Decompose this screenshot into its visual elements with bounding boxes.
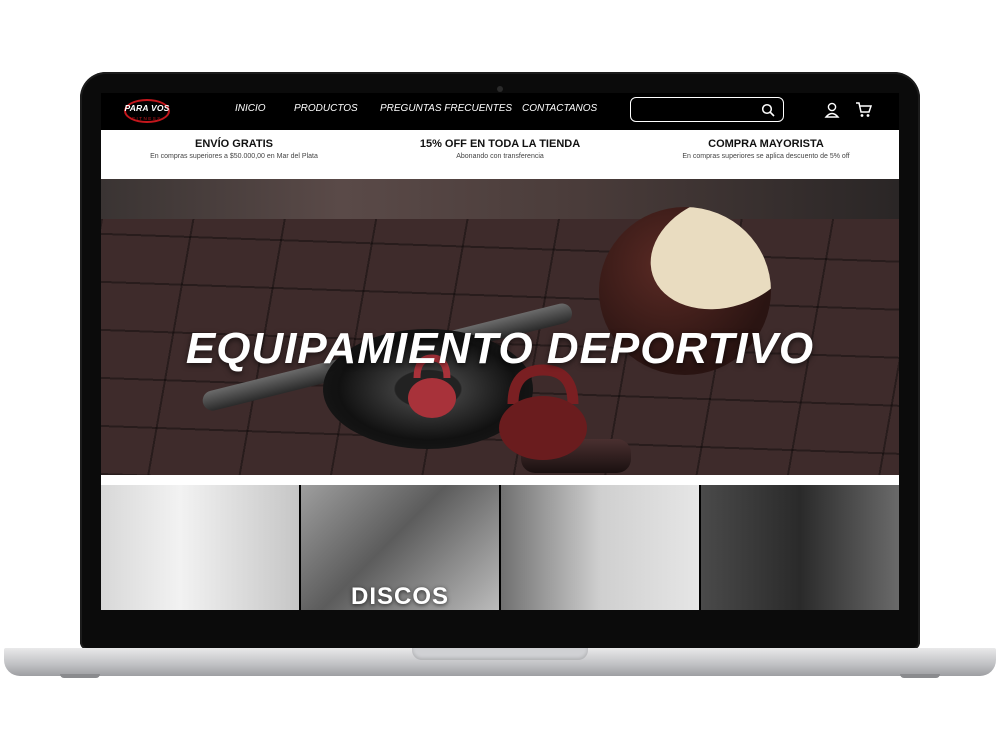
promo-discount: 15% OFF EN TODA LA TIENDA Abonando con t…: [367, 138, 633, 160]
category-card[interactable]: [701, 485, 899, 610]
logo-subtitle: FITNESS: [132, 116, 162, 121]
laptop-foot: [900, 674, 940, 678]
promo-title: COMPRA MAYORISTA: [708, 138, 824, 150]
cart-icon[interactable]: [855, 101, 873, 119]
promo-subtitle: En compras superiores se aplica descuent…: [682, 153, 850, 160]
top-navbar: PARA VOS FITNESS INICIO PRODUCTOS PREGUN…: [101, 93, 899, 130]
hero-banner[interactable]: EQUIPAMIENTO DEPORTIVO: [101, 179, 899, 475]
nav-item-contactanos[interactable]: CONTACTANOS: [522, 103, 597, 114]
user-icon[interactable]: [823, 101, 841, 119]
promo-title: ENVÍO GRATIS: [194, 138, 274, 150]
search-input[interactable]: [630, 97, 784, 122]
hero-title: EQUIPAMIENTO DEPORTIVO: [185, 324, 815, 373]
hero-background-gym: [101, 179, 899, 219]
ball-panel: [635, 207, 771, 328]
laptop-notch: [412, 648, 588, 660]
promo-free-shipping: ENVÍO GRATIS En compras superiores a $50…: [101, 138, 367, 160]
category-card[interactable]: [101, 485, 299, 610]
hero-kettlebell-large-image: [499, 364, 587, 460]
section-divider: [101, 475, 899, 485]
promo-title: 15% OFF EN TODA LA TIENDA: [419, 138, 581, 150]
category-card-discos[interactable]: DISCOS: [301, 485, 499, 610]
promo-subtitle: En compras superiores a $50.000,00 en Ma…: [150, 153, 318, 160]
nav-item-productos[interactable]: PRODUCTOS: [294, 103, 358, 114]
nav-item-inicio[interactable]: INICIO: [235, 103, 266, 114]
category-card[interactable]: [501, 485, 699, 610]
promo-wholesale: COMPRA MAYORISTA En compras superiores s…: [633, 138, 899, 160]
promo-subtitle: Abonando con transferencia: [456, 153, 544, 160]
promo-bar: ENVÍO GRATIS En compras superiores a $50…: [101, 130, 899, 179]
browser-screen: PARA VOS FITNESS INICIO PRODUCTOS PREGUN…: [101, 93, 899, 610]
laptop-foot: [60, 674, 100, 678]
logo-title: PARA VOS: [124, 103, 170, 113]
brand-logo[interactable]: PARA VOS FITNESS: [121, 97, 173, 127]
category-label: DISCOS: [350, 583, 449, 610]
camera-icon: [497, 86, 503, 92]
nav-item-preguntas-frecuentes[interactable]: PREGUNTAS FRECUENTES: [380, 103, 512, 114]
search-icon[interactable]: [761, 103, 775, 117]
